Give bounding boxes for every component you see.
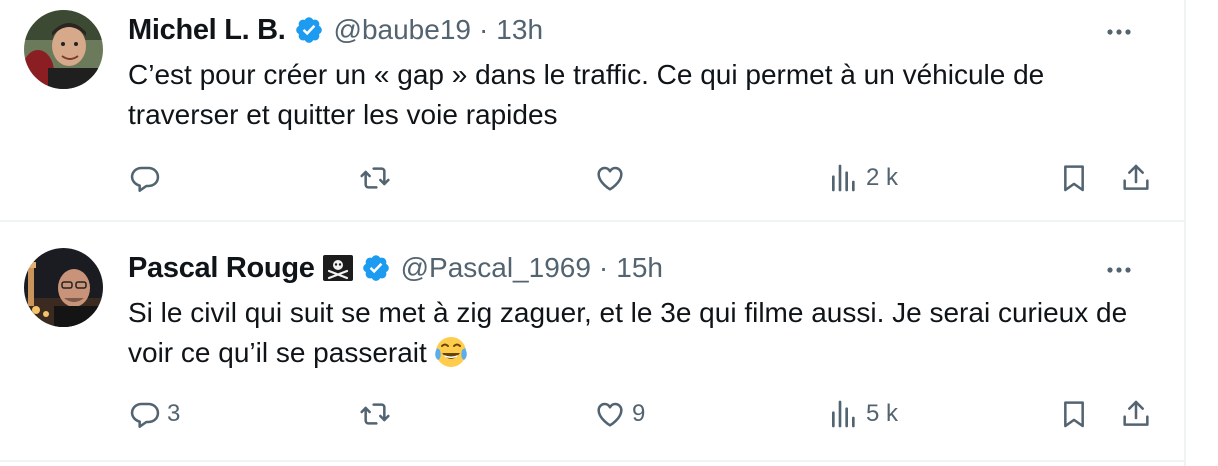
handle[interactable]: @Pascal_1969 [401, 252, 591, 284]
reply-icon [130, 402, 160, 428]
like-button[interactable]: 9 [594, 394, 645, 434]
tweet[interactable]: Pascal Rouge @Pascal_1969 · 15h Si le ci… [0, 224, 1186, 462]
more-icon[interactable] [1102, 253, 1136, 287]
avatar[interactable] [24, 10, 103, 89]
bookmark-button[interactable] [1058, 158, 1090, 198]
tweet-text-content: Si le civil qui suit se met à zig zaguer… [128, 297, 1128, 368]
bookmark-icon [1064, 165, 1084, 192]
verified-badge-icon [294, 15, 324, 45]
tweet-text: C’est pour créer un « gap » dans le traf… [128, 59, 1045, 130]
display-name[interactable]: Michel L. B. [128, 14, 286, 47]
tweet-header: Michel L. B. @baube19 · 13h [128, 12, 543, 48]
bookmark-button[interactable] [1058, 394, 1090, 434]
tears-of-joy-emoji [433, 334, 469, 370]
views-icon [832, 400, 855, 428]
tweet-text: Si le civil qui suit se met à zig zaguer… [128, 293, 1158, 373]
more-icon[interactable] [1102, 15, 1136, 49]
handle[interactable]: @baube19 [334, 14, 471, 46]
views-count: 5 k [866, 400, 899, 427]
like-icon [597, 402, 623, 427]
like-count: 9 [632, 400, 646, 427]
retweet-icon [360, 403, 390, 425]
retweet-button[interactable] [359, 158, 397, 198]
reply-button[interactable] [129, 158, 167, 198]
action-bar: 2 k [0, 158, 1186, 198]
retweet-button[interactable] [359, 394, 397, 434]
pirate-flag-icon [322, 255, 353, 281]
tweet-header: Pascal Rouge @Pascal_1969 · 15h [128, 250, 663, 286]
share-icon [1123, 400, 1149, 426]
separator: · [478, 14, 489, 45]
verified-badge-icon [361, 253, 391, 283]
avatar[interactable] [24, 248, 103, 327]
like-icon [597, 166, 623, 191]
views-button[interactable]: 2 k [828, 158, 898, 198]
like-button[interactable] [594, 158, 632, 198]
reply-feed: Michel L. B. @baube19 · 13h C’est pour c… [0, 0, 1186, 466]
bookmark-icon [1064, 401, 1084, 428]
tweet[interactable]: Michel L. B. @baube19 · 13h C’est pour c… [0, 0, 1186, 222]
views-icon [832, 164, 855, 192]
display-name[interactable]: Pascal Rouge [128, 252, 315, 285]
retweet-icon [360, 167, 390, 189]
reply-count: 3 [167, 400, 181, 427]
views-button[interactable]: 5 k [828, 394, 898, 434]
timestamp[interactable]: 15h [616, 252, 663, 284]
views-count: 2 k [866, 164, 899, 191]
share-icon [1123, 164, 1149, 190]
action-bar: 3 9 5 k [0, 394, 1186, 434]
share-button[interactable] [1120, 158, 1152, 198]
share-button[interactable] [1120, 394, 1152, 434]
separator: · [598, 252, 609, 283]
reply-icon [130, 166, 160, 192]
reply-button[interactable]: 3 [129, 394, 180, 434]
timestamp[interactable]: 13h [496, 14, 543, 46]
